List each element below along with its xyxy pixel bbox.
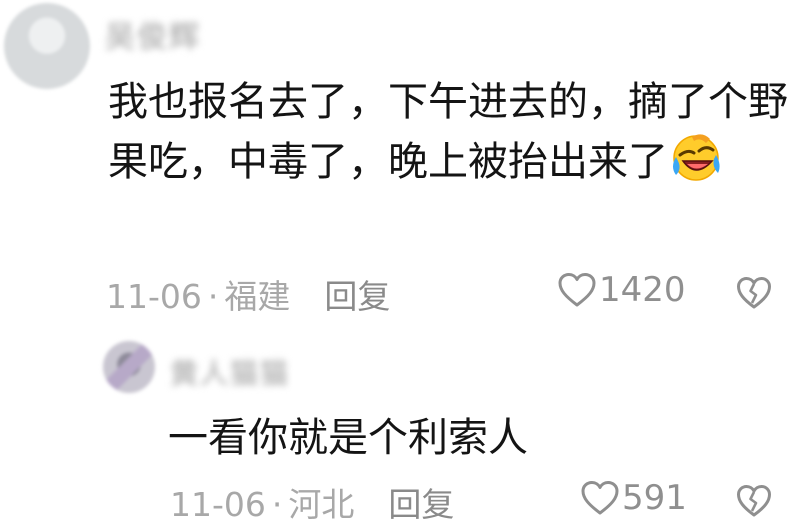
separator: · — [271, 485, 283, 524]
separator: · — [207, 277, 219, 316]
comment-meta: 11-06 · 福建 回复 — [106, 270, 390, 318]
like-button[interactable]: 1420 — [557, 270, 686, 310]
avatar[interactable] — [4, 3, 90, 89]
reply-avatar[interactable] — [103, 341, 155, 393]
reply-reply-button[interactable]: 回复 — [388, 478, 454, 526]
reply-location: 河北 — [288, 485, 355, 524]
like-count: 1420 — [599, 270, 686, 310]
reply-username[interactable]: 黄人猫猫 — [170, 352, 290, 392]
dislike-button[interactable] — [736, 276, 772, 310]
reply-meta: 11-06 · 河北 回复 — [170, 478, 454, 526]
username[interactable]: 吴俊辉 — [105, 12, 201, 56]
broken-heart-icon — [737, 485, 771, 517]
reply-like-count: 591 — [622, 478, 687, 518]
heart-icon — [558, 273, 596, 307]
heart-icon — [581, 481, 619, 515]
comment-location: 福建 — [224, 277, 291, 316]
comment-date: 11-06 — [106, 277, 202, 316]
reply-date: 11-06 — [170, 485, 266, 524]
rofl-crying-emoji-icon — [670, 131, 722, 183]
broken-heart-icon — [737, 277, 771, 309]
reply-text: 一看你就是个利索人 — [168, 415, 528, 461]
reply-button[interactable]: 回复 — [324, 270, 390, 318]
reply-dislike-button[interactable] — [736, 484, 772, 518]
reply-like-button[interactable]: 591 — [580, 478, 687, 518]
comment-text: 我也报名去了，下午进去的，摘了个野果吃，中毒了，晚上被抬出来了 — [108, 74, 788, 191]
